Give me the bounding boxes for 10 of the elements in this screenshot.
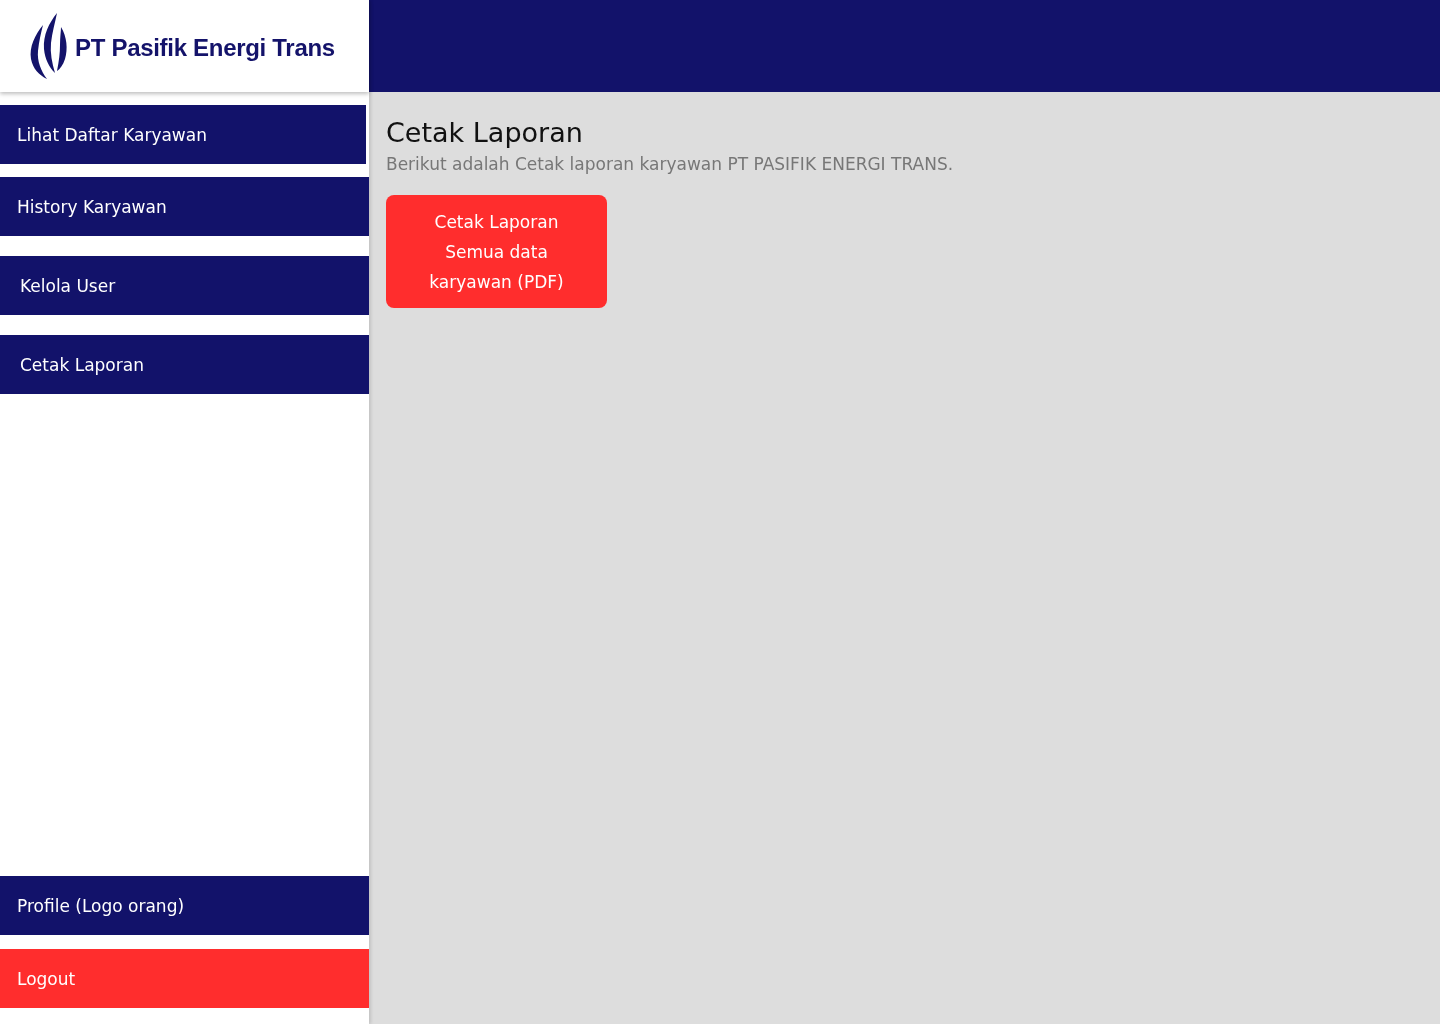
logout-button[interactable]: Logout: [0, 949, 369, 1008]
print-report-button[interactable]: Cetak Laporan Semua data karyawan (PDF): [386, 195, 607, 308]
company-name: PT Pasifik Energi Trans: [75, 34, 335, 62]
sidebar-item[interactable]: Kelola User: [0, 256, 369, 315]
page-description: Berikut adalah Cetak laporan karyawan PT PASIFIK ENERGI TRANS.: [386, 153, 954, 176]
page-title: Cetak Laporan: [386, 116, 583, 150]
sidebar-item[interactable]: Cetak Laporan: [0, 335, 369, 394]
profile-button[interactable]: Profile (Logo orang): [0, 876, 369, 935]
sidebar-item[interactable]: History Karyawan: [0, 177, 369, 236]
sidebar-item[interactable]: Lihat Daftar Karyawan: [0, 105, 366, 164]
